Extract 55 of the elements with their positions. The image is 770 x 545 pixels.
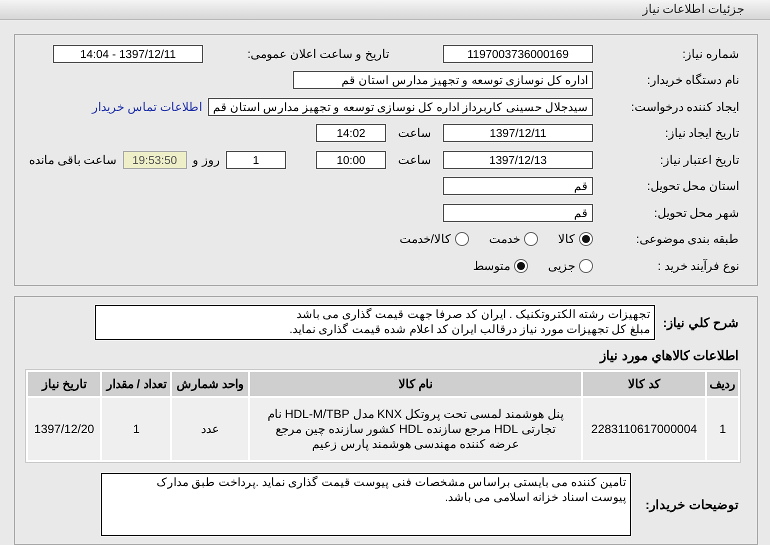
table-cell: 2283110617000004 — [582, 398, 706, 460]
field-label: شهر محل تحویل: — [652, 206, 739, 220]
time-label: ساعت — [398, 152, 431, 167]
contact-link[interactable]: اطلاعات تماس خریدار — [92, 100, 202, 114]
text-field[interactable]: 1197003736000169 — [443, 44, 593, 63]
radio-icon[interactable] — [514, 258, 528, 273]
days-field[interactable]: 1 — [226, 150, 286, 169]
radio-option[interactable]: کالا — [558, 232, 593, 246]
time-field[interactable]: 14:02 — [316, 124, 386, 142]
column-header: کد کالا — [582, 372, 706, 396]
field-label: شماره نیاز: — [681, 46, 739, 61]
column-header: تعداد / مقدار — [102, 372, 170, 396]
time-label: ساعت — [398, 126, 431, 140]
notes-box: تامین کننده می بایستی براساس مشخصات فنی پیوست قیمت گذاری نماید .پرداخت طبق مدارک پیوست اسناد خزانه اسلامی می باشد. — [101, 473, 631, 536]
time-field[interactable]: 10:00 — [316, 150, 386, 169]
radio-icon[interactable] — [579, 232, 593, 246]
text-field[interactable]: قم — [443, 204, 593, 222]
text-field[interactable]: سیدجلال حسینی کاربرداز اداره کل نوسازی توسعه و تجهیز مدارس استان قم — [208, 98, 593, 116]
radio-icon[interactable] — [579, 258, 593, 273]
text-field[interactable]: اداره کل نوسازی توسعه و تجهیز مدارس استان قم — [293, 71, 593, 90]
column-header: واحد شمارش — [172, 372, 248, 396]
table-cell: عدد — [172, 398, 248, 460]
text-field[interactable]: 1397/12/11 - 14:04 — [53, 44, 203, 63]
remaining-label: ساعت باقی مانده — [28, 152, 117, 167]
column-header: تاریخ نیاز — [28, 372, 100, 396]
radio-option[interactable]: متوسط — [473, 258, 528, 273]
date-field[interactable]: 1397/12/11 — [443, 124, 593, 142]
field-label: تاریخ اعتبار نیاز: — [658, 152, 739, 167]
days-label: روز و — [192, 152, 220, 167]
table-cell: 1 — [102, 398, 170, 460]
page-title: جزئیات اطلاعات نیاز — [642, 2, 744, 16]
field-label: طبقه بندی موضوعی: — [634, 232, 739, 246]
field-label: تاریخ و ساعت اعلان عمومی: — [246, 46, 389, 61]
radio-icon[interactable] — [455, 232, 469, 246]
description-box: تجهیزات رشته الکتروتکنیک . ایران کد صرفا جهت قیمت گذاری می باشد مبلغ کل تجهیزات مورد نیاز درقالب ایران کد اعلام شده قیمت گذاری نماید. — [94, 305, 655, 340]
radio-option[interactable]: جزیی — [548, 258, 593, 273]
field-label: تاریخ ایجاد نیاز: — [664, 126, 739, 140]
table-cell: پنل هوشمند لمسی تحت پروتکل KNX مدل HDL-M/TBP نام تجارتی HDL مرجع سازنده HDL کشور سازنده چین مرجع عرضه کننده مهندسی هوشمند پارس زعیم — [250, 398, 581, 460]
table-cell: 1397/12/20 — [28, 398, 100, 460]
radio-option[interactable]: کالا/خدمت — [400, 232, 469, 246]
field-label: نام دستگاه خریدار: — [646, 73, 739, 88]
column-header: ردیف — [707, 372, 738, 396]
section-title: اطلاعات کالاهاي مورد نياز — [598, 347, 740, 366]
remaining-time-field: 19:53:50 — [122, 150, 187, 169]
radio-option[interactable]: خدمت — [489, 232, 538, 246]
column-header: نام کالا — [250, 372, 581, 396]
field-label: نوع فرآیند خرید : — [656, 258, 739, 273]
radio-icon[interactable] — [524, 232, 538, 246]
field-label: ایجاد کننده درخواست: — [630, 100, 739, 114]
notes-label: توضیحات خریدار: — [644, 497, 739, 512]
description-label: شرح کلي نیاز: — [662, 315, 739, 330]
date-field[interactable]: 1397/12/13 — [443, 150, 593, 169]
table-cell: 1 — [707, 398, 738, 460]
field-label: استان محل تحویل: — [646, 179, 739, 194]
text-field[interactable]: قم — [443, 177, 593, 196]
